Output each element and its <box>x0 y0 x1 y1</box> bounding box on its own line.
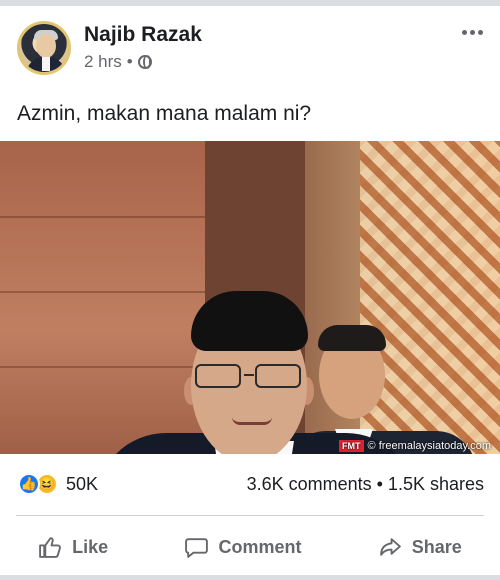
post-meta: 2 hrs • <box>84 52 152 72</box>
post-card: Najib Razak 2 hrs • Azmin, makan mana ma… <box>0 0 500 580</box>
post-actions: Like Comment Share <box>0 528 500 566</box>
comment-bubble-icon <box>184 535 209 560</box>
thumbs-up-icon <box>38 535 63 560</box>
author-name[interactable]: Najib Razak <box>84 23 202 47</box>
watermark-text: © freemalaysiatoday.com <box>367 440 491 452</box>
like-icon: 👍 <box>18 473 40 495</box>
globe-icon <box>137 55 152 69</box>
main-person-hair <box>191 291 308 351</box>
glasses <box>190 362 308 392</box>
comments-shares-count[interactable]: 3.6K comments • 1.5K shares <box>247 474 484 495</box>
post-stats: 👍 😆 50K 3.6K comments • 1.5K shares <box>0 470 500 500</box>
more-options-button[interactable] <box>457 22 487 42</box>
more-dot-icon <box>469 29 475 35</box>
meta-separator: • <box>126 52 133 71</box>
reaction-summary[interactable]: 👍 😆 50K <box>18 473 98 495</box>
lattice-screen <box>360 141 500 454</box>
bottom-divider <box>0 575 500 580</box>
share-label: Share <box>411 536 462 557</box>
reaction-count: 50K <box>66 473 99 494</box>
fmt-logo: FMT <box>339 440 364 452</box>
photo-watermark: FMT © freemalaysiatoday.com <box>339 440 491 452</box>
mouth <box>232 417 272 425</box>
like-label: Like <box>72 536 109 557</box>
more-dot-icon <box>477 29 483 35</box>
actions-divider <box>16 515 484 516</box>
more-dot-icon <box>461 29 467 35</box>
comment-button[interactable]: Comment <box>184 535 301 560</box>
post-caption: Azmin, makan mana malam ni? <box>17 102 312 125</box>
avatar[interactable] <box>17 21 71 75</box>
wood-wall <box>0 141 205 454</box>
post-time[interactable]: 2 hrs <box>84 52 122 72</box>
share-arrow-icon <box>378 535 403 560</box>
background-person-hair <box>318 325 386 351</box>
share-button[interactable]: Share <box>378 535 462 560</box>
post-photo[interactable]: FMT © freemalaysiatoday.com <box>0 141 500 454</box>
comment-label: Comment <box>218 536 302 557</box>
top-divider <box>0 0 500 6</box>
post-header: Najib Razak 2 hrs • <box>17 18 487 82</box>
like-button[interactable]: Like <box>38 535 108 560</box>
